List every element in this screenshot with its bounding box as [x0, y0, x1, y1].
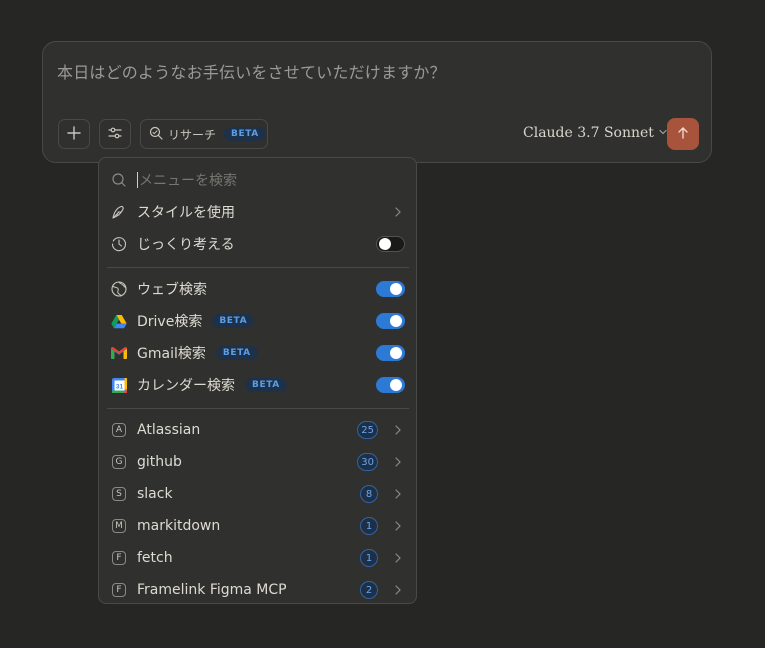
integration-label: github: [137, 454, 182, 470]
integration-letter-icon: A: [109, 420, 129, 440]
menu-item-web-search[interactable]: ウェブ検索: [99, 273, 416, 305]
arrow-up-icon: [676, 125, 690, 144]
add-button[interactable]: [58, 119, 90, 149]
integration-markitdown[interactable]: M markitdown 1: [99, 510, 416, 542]
integration-label: markitdown: [137, 518, 221, 534]
letter-f-icon: F: [112, 551, 126, 565]
menu-item-label: カレンダー検索 BETA: [137, 375, 287, 395]
toggle-knob: [390, 347, 402, 359]
prompt-placeholder[interactable]: 本日はどのようなお手伝いをさせていただけますか？: [57, 59, 446, 83]
calendar-search-toggle[interactable]: [376, 377, 405, 393]
menu-item-label: じっくり考える: [137, 237, 235, 253]
chevron-right-icon: [392, 488, 404, 500]
globe-icon: [109, 279, 129, 299]
letter-m-icon: M: [112, 519, 126, 533]
toggle-knob: [390, 379, 402, 391]
research-label: リサーチ: [168, 127, 217, 142]
integration-letter-icon: F: [109, 580, 129, 600]
integration-slack[interactable]: S slack 8: [99, 478, 416, 510]
tool-count-badge: 8: [360, 485, 378, 503]
feather-pen-icon: [109, 202, 129, 222]
calendar-search-label: カレンダー検索: [137, 378, 235, 394]
drive-search-toggle[interactable]: [376, 313, 405, 329]
menu-item-label: ウェブ検索: [137, 282, 207, 298]
clock-icon: [109, 234, 129, 254]
menu-search-row[interactable]: メニューを検索: [99, 164, 416, 196]
chevron-right-icon: [392, 584, 404, 596]
letter-a-icon: A: [112, 423, 126, 437]
google-drive-icon: [109, 311, 129, 331]
integration-label: Framelink Figma MCP: [137, 582, 287, 598]
model-name: Claude 3.7 Sonnet: [523, 125, 654, 141]
plus-icon: [67, 125, 81, 144]
send-button[interactable]: [667, 118, 699, 150]
menu-divider: [107, 408, 409, 409]
integration-letter-icon: F: [109, 548, 129, 568]
menu-item-label: Drive検索 BETA: [137, 311, 255, 331]
chevron-right-icon: [392, 456, 404, 468]
integration-label: slack: [137, 486, 173, 502]
letter-g-icon: G: [112, 455, 126, 469]
menu-item-label: Gmail検索 BETA: [137, 343, 258, 363]
integration-github[interactable]: G github 30: [99, 446, 416, 478]
tool-count-badge: 25: [357, 421, 378, 439]
gmail-icon: [109, 343, 129, 363]
research-beta-badge: BETA: [224, 127, 266, 141]
integration-framelink-figma-mcp[interactable]: F Framelink Figma MCP 2: [99, 574, 416, 603]
menu-item-label: スタイルを使用: [137, 205, 235, 221]
toggle-knob: [390, 283, 402, 295]
tool-count-badge: 1: [360, 549, 378, 567]
menu-search-placeholder: メニューを検索: [139, 173, 237, 189]
menu-search-input[interactable]: メニューを検索: [137, 170, 237, 190]
extended-thinking-toggle[interactable]: [376, 236, 405, 252]
svg-text:31: 31: [115, 383, 123, 390]
integration-label: Atlassian: [137, 422, 201, 438]
tools-button[interactable]: [99, 119, 131, 149]
letter-f-icon: F: [112, 583, 126, 597]
letter-s-icon: S: [112, 487, 126, 501]
beta-badge: BETA: [245, 378, 287, 392]
chevron-right-icon: [392, 206, 404, 218]
gmail-search-label: Gmail検索: [137, 346, 206, 362]
tool-count-badge: 30: [357, 453, 378, 471]
integration-letter-icon: G: [109, 452, 129, 472]
search-icon: [109, 170, 129, 190]
text-caret: [137, 172, 138, 188]
integration-atlassian[interactable]: A Atlassian 25: [99, 414, 416, 446]
integration-fetch[interactable]: F fetch 1: [99, 542, 416, 574]
gmail-search-toggle[interactable]: [376, 345, 405, 361]
menu-item-use-style[interactable]: スタイルを使用: [99, 196, 416, 228]
integration-label: fetch: [137, 550, 173, 566]
chat-composer: 本日はどのようなお手伝いをさせていただけますか？ リサーチ BETA Claud…: [42, 41, 712, 163]
google-calendar-icon: 31: [109, 375, 129, 395]
drive-search-label: Drive検索: [137, 314, 203, 330]
model-selector[interactable]: Claude 3.7 Sonnet: [523, 125, 668, 141]
chevron-right-icon: [392, 552, 404, 564]
integration-letter-icon: S: [109, 484, 129, 504]
menu-item-gmail-search[interactable]: Gmail検索 BETA: [99, 337, 416, 369]
toggle-knob: [379, 238, 391, 250]
beta-badge: BETA: [212, 314, 255, 328]
chevron-right-icon: [392, 424, 404, 436]
toggle-knob: [390, 315, 402, 327]
beta-badge: BETA: [215, 346, 258, 360]
tool-count-badge: 1: [360, 517, 378, 535]
menu-item-extended-thinking[interactable]: じっくり考える: [99, 228, 416, 260]
menu-item-drive-search[interactable]: Drive検索 BETA: [99, 305, 416, 337]
tools-menu: メニューを検索 スタイルを使用 じっくり考える ウェブ検索 Drive検索 BE…: [98, 157, 417, 604]
sliders-icon: [108, 125, 122, 144]
integration-letter-icon: M: [109, 516, 129, 536]
chevron-right-icon: [392, 520, 404, 532]
tool-count-badge: 2: [360, 581, 378, 599]
research-search-icon: [149, 125, 163, 144]
menu-divider: [107, 267, 409, 268]
menu-item-calendar-search[interactable]: 31 カレンダー検索 BETA: [99, 369, 416, 401]
research-button[interactable]: リサーチ BETA: [140, 119, 268, 149]
web-search-toggle[interactable]: [376, 281, 405, 297]
